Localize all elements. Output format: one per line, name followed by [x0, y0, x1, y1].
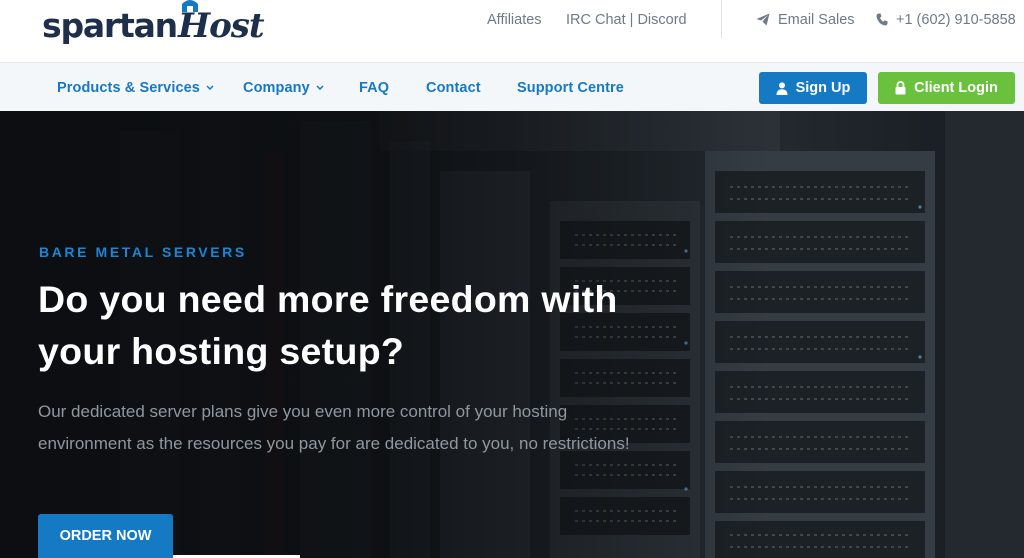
topbar-divider — [721, 0, 722, 38]
nav-company[interactable]: Company — [243, 79, 324, 97]
hero-description: Our dedicated server plans give you even… — [38, 402, 630, 453]
client-login-label: Client Login — [914, 80, 998, 96]
hero-headline: Do you need more freedom with your hosti… — [38, 278, 618, 372]
email-sales-link[interactable]: Email Sales — [756, 11, 855, 29]
sign-up-button[interactable]: Sign Up — [759, 72, 867, 104]
user-icon — [776, 81, 788, 95]
phone-link[interactable]: +1 (602) 910-5858 — [876, 11, 1016, 29]
top-bar: spartan Host Affiliates IRC Chat | Disco… — [0, 0, 1024, 62]
lock-icon — [895, 81, 906, 95]
logo-text-spartan: spartan — [42, 6, 178, 45]
phone-icon — [876, 13, 888, 26]
nav-contact[interactable]: Contact — [426, 79, 481, 97]
phone-number: +1 (602) 910-5858 — [896, 12, 1016, 28]
nav-support-centre[interactable]: Support Centre — [517, 79, 624, 97]
nav-products-services[interactable]: Products & Services — [57, 79, 214, 97]
hero-eyebrow: BARE METAL SERVERS — [39, 244, 247, 260]
hero-section: BARE METAL SERVERS Do you need more free… — [0, 111, 1024, 558]
chevron-down-icon — [316, 85, 324, 90]
helmet-logo-mark-icon — [182, 0, 198, 12]
paper-plane-icon — [756, 13, 770, 26]
order-now-button[interactable]: ORDER NOW — [38, 514, 173, 558]
main-navigation: Products & Services Company FAQ Contact … — [0, 62, 1024, 111]
affiliates-link[interactable]: Affiliates — [487, 11, 542, 29]
nav-products-services-label: Products & Services — [57, 80, 200, 96]
spartanhost-logo[interactable]: spartan Host — [42, 0, 265, 48]
email-sales-label: Email Sales — [778, 12, 855, 28]
chevron-down-icon — [206, 85, 214, 90]
client-login-button[interactable]: Client Login — [878, 72, 1015, 104]
sign-up-label: Sign Up — [795, 80, 851, 96]
nav-faq[interactable]: FAQ — [359, 79, 389, 97]
nav-company-label: Company — [243, 80, 310, 96]
irc-chat-link[interactable]: IRC Chat | Discord — [566, 11, 687, 29]
